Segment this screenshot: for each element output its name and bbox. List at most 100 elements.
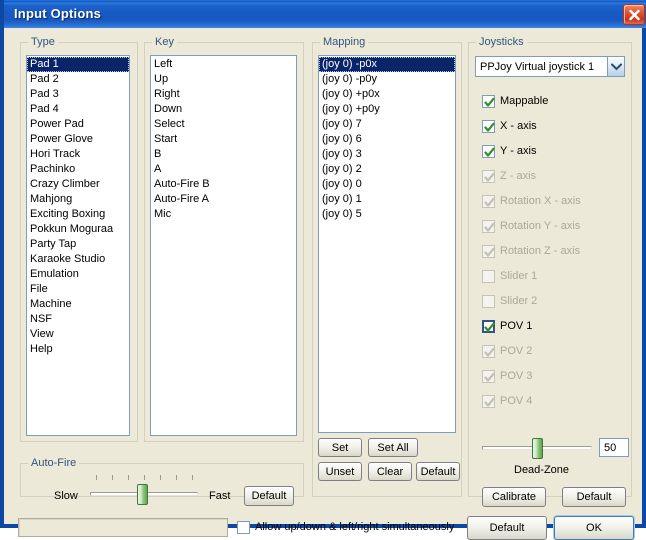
type-list-item[interactable]: Hori Track [27, 147, 129, 162]
slider-tick [176, 475, 177, 480]
checkmark-icon [482, 219, 495, 233]
mapping-list-item[interactable]: (joy 0) 0 [319, 177, 455, 192]
joystick-checkbox-pov-3: POV 3 [482, 369, 532, 383]
calibrate-button[interactable]: Calibrate [482, 487, 546, 507]
key-list-item[interactable]: Left [151, 57, 296, 72]
mapping-list-item[interactable]: (joy 0) 1 [319, 192, 455, 207]
joystick-checkbox-label: Z - axis [500, 170, 537, 182]
checkbox-box [237, 520, 250, 534]
mapping-list-item[interactable]: (joy 0) 6 [319, 132, 455, 147]
mapping-group-label: Mapping [320, 36, 369, 48]
dead-zone-slider-thumb[interactable] [531, 438, 543, 459]
checkmark-icon [482, 144, 495, 158]
mapping-list-item[interactable]: (joy 0) -p0y [319, 72, 455, 87]
key-list-item[interactable]: Select [151, 117, 296, 132]
mapping-list-item[interactable]: (joy 0) +p0x [319, 87, 455, 102]
slider-tick [144, 475, 145, 480]
type-list-item[interactable]: Pokkun Moguraa [27, 222, 129, 237]
type-list-item[interactable]: View [27, 327, 129, 342]
key-list-item[interactable]: A [151, 162, 296, 177]
mapping-list-item[interactable]: (joy 0) 3 [319, 147, 455, 162]
joystick-device-value: PPJoy Virtual joystick 1 [480, 60, 595, 73]
key-group-label: Key [152, 36, 177, 48]
slider-tick [96, 475, 97, 480]
type-list-item[interactable]: Party Tap [27, 237, 129, 252]
dead-zone-value-field[interactable]: 50 [599, 438, 629, 457]
slider-tick [112, 475, 113, 480]
auto-fire-slider-ticks [90, 475, 198, 480]
checkmark-icon [482, 394, 495, 408]
joystick-checkbox-label: Rotation Z - axis [500, 245, 581, 257]
type-list-item[interactable]: Power Glove [27, 132, 129, 147]
set-all-button[interactable]: Set All [368, 438, 418, 457]
joystick-checkbox-slider-1: Slider 1 [482, 269, 537, 283]
joystick-checkbox-y-axis[interactable]: Y - axis [482, 144, 536, 158]
chevron-down-icon[interactable] [607, 57, 624, 76]
joystick-checkbox-label: X - axis [500, 120, 537, 132]
checkmark-icon [482, 344, 495, 358]
key-list-item[interactable]: Up [151, 72, 296, 87]
key-list-item[interactable]: Mic [151, 207, 296, 222]
key-list-item[interactable]: B [151, 147, 296, 162]
joystick-checkbox-label: Mappable [500, 95, 549, 107]
joystick-checkbox-label: POV 4 [500, 395, 533, 407]
joysticks-group-label: Joysticks [476, 36, 527, 48]
type-list-item[interactable]: Help [27, 342, 129, 357]
auto-fire-slider-thumb[interactable] [136, 484, 148, 505]
mapping-default-button[interactable]: Default [416, 462, 460, 481]
mapping-listbox[interactable]: (joy 0) -p0x (joy 0) -p0y (joy 0) +p0x (joy… [318, 55, 456, 433]
allow-simultaneous-checkbox[interactable]: Allow up/down & left/right simultaneousl… [237, 520, 454, 534]
type-list-item[interactable]: Pachinko [27, 162, 129, 177]
mapping-list-item[interactable]: (joy 0) +p0y [319, 102, 455, 117]
type-list-item[interactable]: Pad 3 [27, 87, 129, 102]
type-list-item[interactable]: Power Pad [27, 117, 129, 132]
window-titlebar[interactable]: Input Options [4, 0, 646, 28]
type-list-item[interactable]: Exciting Boxing [27, 207, 129, 222]
type-list-item[interactable]: Pad 4 [27, 102, 129, 117]
type-list-item[interactable]: Crazy Climber [27, 177, 129, 192]
key-list-item[interactable]: Auto-Fire B [151, 177, 296, 192]
key-list-item[interactable]: Start [151, 132, 296, 147]
key-listbox[interactable]: Left Up Right Down Select Start B A Auto-Fire BA… [150, 55, 297, 436]
type-list-item[interactable]: File [27, 282, 129, 297]
checkbox-box [482, 269, 495, 283]
joystick-checkbox-label: POV 1 [500, 320, 533, 332]
type-list-item[interactable]: Karaoke Studio [27, 252, 129, 267]
type-list-item[interactable]: Pad 2 [27, 72, 129, 87]
type-list-item[interactable]: Machine [27, 297, 129, 312]
joystick-checkbox-mappable[interactable]: Mappable [482, 94, 548, 108]
joystick-checkbox-label: Slider 2 [500, 295, 538, 307]
joystick-checkbox-z-axis: Z - axis [482, 169, 536, 183]
key-list-item[interactable]: Down [151, 102, 296, 117]
type-list-item[interactable]: Pad 1 [27, 57, 129, 72]
joystick-checkbox-x-axis[interactable]: X - axis [482, 119, 537, 133]
type-listbox[interactable]: Pad 1 Pad 2 Pad 3 Pad 4 Power Pad Power Glove… [26, 55, 130, 436]
type-list-item[interactable]: Mahjong [27, 192, 129, 207]
joystick-checkbox-pov-1[interactable]: POV 1 [482, 319, 532, 333]
type-list-item[interactable]: Emulation [27, 267, 129, 282]
joystick-checkbox-slider-2: Slider 2 [482, 294, 537, 308]
key-list-item[interactable]: Right [151, 87, 296, 102]
mapping-list-item[interactable]: (joy 0) 7 [319, 117, 455, 132]
joystick-default-button[interactable]: Default [562, 487, 626, 507]
joystick-checkbox-label: POV 3 [500, 370, 533, 382]
type-group-label: Type [28, 36, 58, 48]
type-list-item[interactable]: NSF [27, 312, 129, 327]
mapping-list-item[interactable]: (joy 0) -p0x [319, 57, 455, 72]
set-button[interactable]: Set [318, 438, 362, 457]
mapping-list-item[interactable]: (joy 0) 2 [319, 162, 455, 177]
dialog-default-button[interactable]: Default [467, 516, 547, 540]
joystick-device-select[interactable]: PPJoy Virtual joystick 1 [475, 56, 625, 77]
key-list-item[interactable]: Auto-Fire A [151, 192, 296, 207]
ok-button[interactable]: OK [554, 516, 634, 540]
mapping-list-item[interactable]: (joy 0) 5 [319, 207, 455, 222]
joystick-checkbox-pov-2: POV 2 [482, 344, 532, 358]
clear-button[interactable]: Clear [368, 462, 412, 481]
close-button[interactable] [623, 4, 645, 25]
joystick-checkbox-label: POV 2 [500, 345, 533, 357]
input-options-window: Input Options Type Pad 1 Pad 2 Pad 3 Pad 4P… [0, 0, 646, 540]
joystick-checkbox-rotation-z-axis: Rotation Z - axis [482, 244, 580, 258]
joystick-checkbox-label: Y - axis [500, 145, 537, 157]
auto-fire-default-button[interactable]: Default [244, 486, 294, 506]
unset-button[interactable]: Unset [318, 462, 362, 481]
